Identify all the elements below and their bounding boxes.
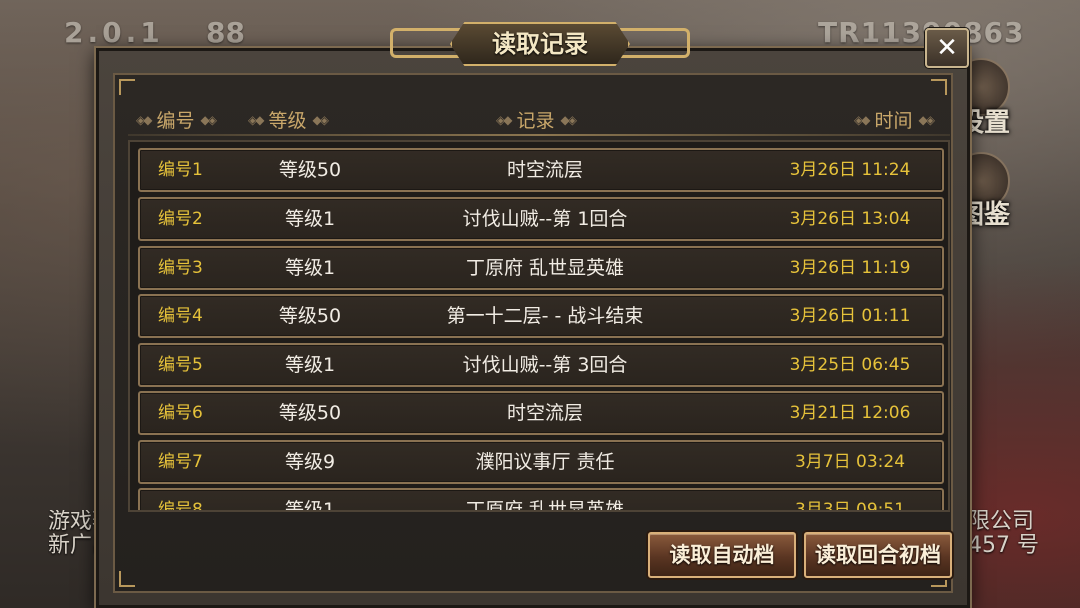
record-level: 等级50 <box>278 159 342 181</box>
record-level: 等级50 <box>278 402 342 424</box>
header-time-label: 时间 <box>874 110 913 132</box>
version-label: 2.0.1 <box>64 16 164 49</box>
record-name: 第一十二层- - 战斗结束 <box>446 305 644 327</box>
record-id: 编号7 <box>158 452 203 472</box>
record-level: 等级1 <box>284 257 336 279</box>
record-row[interactable]: 编号2 等级1 讨伐山贼--第 1回合 3月26日 13:04 <box>138 197 944 241</box>
record-time: 3月26日 13:04 <box>789 209 911 229</box>
record-name: 丁原府 乱世显英雄 <box>465 257 625 279</box>
record-row[interactable]: 编号3 等级1 丁原府 乱世显英雄 3月26日 11:19 <box>138 246 944 290</box>
record-time: 3月3日 09:51 <box>794 500 906 512</box>
record-time: 3月26日 11:19 <box>789 258 911 278</box>
ornament-icon: ◈◆ <box>854 112 871 127</box>
record-name: 丁原府 乱世显英雄 <box>465 499 625 512</box>
record-table-header: ◈◆ 编号 ◆◈ ◈◆ 等级 ◆◈ ◈◆ 记录 ◆◈ ◈◆ 时间 ◆◈ <box>126 102 952 134</box>
record-name: 濮阳议事厅 责任 <box>475 451 615 473</box>
ornament-icon: ◈◆ <box>496 112 513 127</box>
header-id: ◈◆ 编号 ◆◈ <box>136 106 217 133</box>
header-record-label: 记录 <box>516 110 555 132</box>
record-list[interactable]: 编号1 等级50 时空流层 3月26日 11:24 编号2 等级1 讨伐山贼--… <box>128 140 950 512</box>
record-row[interactable]: 编号1 等级50 时空流层 3月26日 11:24 <box>138 148 944 192</box>
record-level: 等级1 <box>284 354 336 376</box>
footer-right-text: 限公司 457 号 <box>968 509 1039 558</box>
close-button[interactable]: ✕ <box>925 28 969 68</box>
record-id: 编号8 <box>158 500 203 512</box>
record-name: 时空流层 <box>506 402 583 424</box>
corner-ornament <box>119 571 135 587</box>
record-time: 3月25日 06:45 <box>789 355 911 375</box>
ornament-icon: ◆◈ <box>560 112 577 127</box>
record-id: 编号6 <box>158 403 203 423</box>
record-time: 3月21日 12:06 <box>789 403 911 423</box>
record-level: 等级50 <box>278 305 342 327</box>
header-record: ◈◆ 记录 ◆◈ <box>496 106 577 133</box>
header-level-label: 等级 <box>268 110 307 132</box>
record-name: 讨伐山贼--第 3回合 <box>462 354 628 376</box>
dialog-title: 读取记录 <box>492 30 588 58</box>
record-level: 等级1 <box>284 499 336 512</box>
record-row[interactable]: 编号6 等级50 时空流层 3月21日 12:06 <box>138 391 944 435</box>
close-icon: ✕ <box>936 33 958 63</box>
record-id: 编号3 <box>158 258 203 278</box>
load-round-save-button[interactable]: 读取回合初档 <box>804 532 952 578</box>
record-time: 3月26日 11:24 <box>789 160 911 180</box>
record-level: 等级1 <box>284 208 336 230</box>
dialog-title-plate: 读取记录 <box>386 20 694 70</box>
record-id: 编号2 <box>158 209 203 229</box>
corner-ornament <box>931 79 947 95</box>
record-row[interactable]: 编号5 等级1 讨伐山贼--第 3回合 3月25日 06:45 <box>138 343 944 387</box>
record-name: 时空流层 <box>506 159 583 181</box>
load-auto-save-button[interactable]: 读取自动档 <box>648 532 796 578</box>
record-row[interactable]: 编号7 等级9 濮阳议事厅 责任 3月7日 03:24 <box>138 440 944 484</box>
header-id-label: 编号 <box>156 110 195 132</box>
ornament-icon: ◆◈ <box>918 112 935 127</box>
record-id: 编号5 <box>158 355 203 375</box>
ornament-icon: ◆◈ <box>312 112 329 127</box>
record-name: 讨伐山贼--第 1回合 <box>462 208 628 230</box>
ornament-icon: ◈◆ <box>136 112 153 127</box>
title-ornament-right <box>620 28 690 58</box>
player-id-label: TR11390863 <box>818 16 1025 49</box>
record-time: 3月26日 01:11 <box>789 306 911 326</box>
record-id: 编号1 <box>158 160 203 180</box>
header-divider <box>128 134 950 136</box>
corner-ornament <box>119 79 135 95</box>
ornament-icon: ◈◆ <box>248 112 265 127</box>
ornament-icon: ◆◈ <box>200 112 217 127</box>
server-number-label: 88 <box>206 16 245 49</box>
record-row[interactable]: 编号8 等级1 丁原府 乱世显英雄 3月3日 09:51 <box>138 488 944 512</box>
record-row[interactable]: 编号4 等级50 第一十二层- - 战斗结束 3月26日 01:11 <box>138 294 944 338</box>
record-level: 等级9 <box>284 451 336 473</box>
record-id: 编号4 <box>158 306 203 326</box>
header-level: ◈◆ 等级 ◆◈ <box>248 106 329 133</box>
game-screen: 2.0.1 88 TR11390863 设置 图鉴 游戏著 新广出 限公司 45… <box>0 0 1080 608</box>
record-time: 3月7日 03:24 <box>794 452 906 472</box>
header-time: ◈◆ 时间 ◆◈ <box>854 106 935 133</box>
